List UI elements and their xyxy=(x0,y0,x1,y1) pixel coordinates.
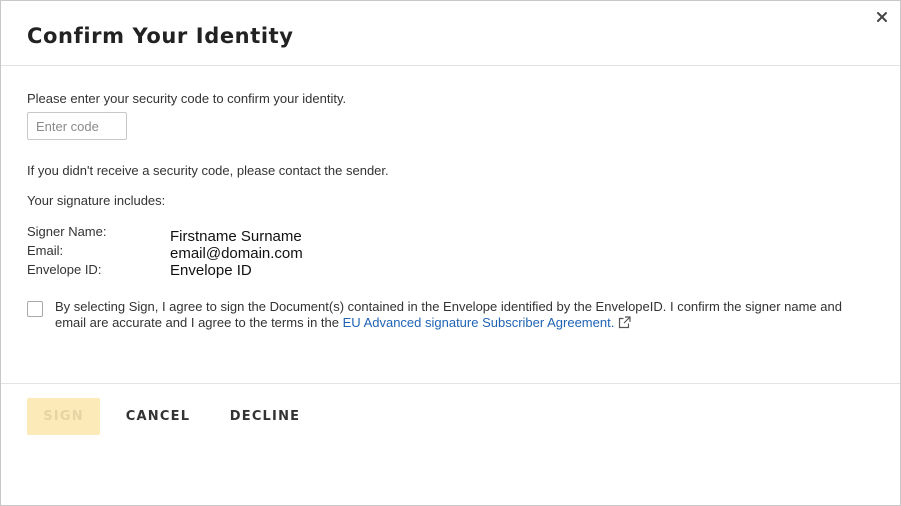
dialog-body: Please enter your security code to confi… xyxy=(1,66,900,384)
security-code-input[interactable] xyxy=(27,112,127,140)
email-value: email@domain.com xyxy=(170,245,303,262)
close-icon[interactable] xyxy=(874,9,890,25)
envelope-id-label: Envelope ID: xyxy=(27,262,102,277)
signer-name-value: Firstname Surname xyxy=(170,228,302,245)
signer-name-label: Signer Name: xyxy=(27,224,107,239)
dialog-header: Confirm Your Identity xyxy=(1,1,900,66)
no-code-text: If you didn't receive a security code, p… xyxy=(27,163,389,178)
email-label: Email: xyxy=(27,243,64,258)
cancel-button[interactable]: CANCEL xyxy=(119,398,197,435)
subscriber-agreement-link[interactable]: EU Advanced signature Subscriber Agreeme… xyxy=(343,315,632,330)
external-link-icon xyxy=(618,316,631,329)
signature-heading: Your signature includes: xyxy=(27,193,166,208)
subscriber-agreement-link-label: EU Advanced signature Subscriber Agreeme… xyxy=(342,315,615,330)
confirm-identity-dialog: Confirm Your Identity Please enter your … xyxy=(0,0,901,506)
dialog-title: Confirm Your Identity xyxy=(27,24,294,48)
consent-text-block: By selecting Sign, I agree to sign the D… xyxy=(55,299,875,331)
consent-checkbox[interactable] xyxy=(27,301,43,317)
envelope-id-value: Envelope ID xyxy=(170,262,252,279)
decline-button[interactable]: DECLINE xyxy=(225,398,305,435)
dialog-footer: SIGN CANCEL DECLINE xyxy=(1,384,900,504)
security-code-prompt: Please enter your security code to confi… xyxy=(27,91,347,106)
sign-button[interactable]: SIGN xyxy=(27,398,100,435)
